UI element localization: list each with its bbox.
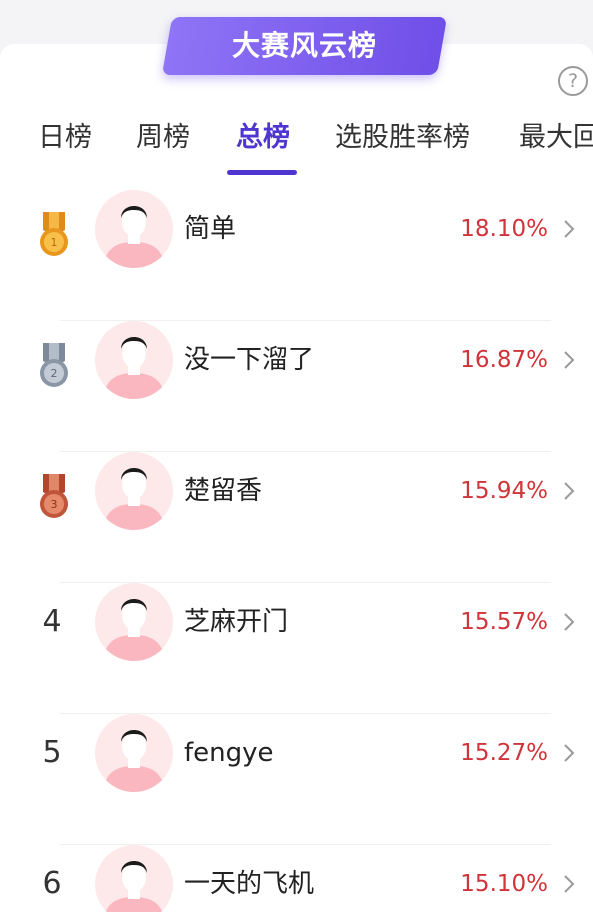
svg-text:2: 2	[51, 367, 58, 380]
return-rate: 15.57%	[460, 609, 548, 635]
user-name: 芝麻开门	[184, 607, 289, 637]
avatar[interactable]	[95, 583, 173, 661]
return-rate: 16.87%	[460, 347, 548, 373]
rank-number: 4	[42, 604, 62, 639]
chevron-right-icon	[564, 220, 575, 238]
ranking-row[interactable]: 4 芝麻开门 15.57%	[0, 583, 593, 714]
avatar[interactable]	[95, 714, 173, 792]
ranking-row[interactable]: 3 楚留香 15.94%	[0, 452, 593, 583]
tab-bar: 日榜 周榜 总榜 选股胜率榜 最大回	[0, 112, 593, 172]
ranking-row[interactable]: 6 一天的飞机 15.10%	[0, 845, 593, 912]
gold-medal-icon: 1	[40, 212, 68, 256]
ranking-row[interactable]: 5 fengye 15.27%	[0, 714, 593, 845]
silver-medal-icon: 2	[40, 343, 68, 387]
svg-text:3: 3	[51, 498, 58, 511]
chevron-right-icon	[564, 482, 575, 500]
tab-max-drawdown[interactable]: 最大回	[519, 112, 593, 164]
return-rate: 15.27%	[460, 740, 548, 766]
chevron-right-icon	[564, 351, 575, 369]
tab-daily[interactable]: 日榜	[38, 112, 92, 164]
tab-win-rate[interactable]: 选股胜率榜	[335, 112, 470, 164]
return-rate: 15.10%	[460, 871, 548, 897]
svg-text:1: 1	[51, 236, 58, 249]
ranking-row[interactable]: 2 没一下溜了 16.87%	[0, 321, 593, 452]
bronze-medal-icon: 3	[40, 474, 68, 518]
user-name: 简单	[184, 214, 237, 244]
tab-overall[interactable]: 总榜	[236, 112, 290, 164]
user-name: 一天的飞机	[184, 869, 315, 899]
avatar[interactable]	[95, 845, 173, 912]
chevron-right-icon	[564, 875, 575, 893]
ranking-row[interactable]: 1 简单 18.10%	[0, 190, 593, 321]
tab-weekly[interactable]: 周榜	[136, 112, 190, 164]
avatar[interactable]	[95, 321, 173, 399]
page-title: 大赛风云榜	[231, 29, 377, 62]
avatar[interactable]	[95, 452, 173, 530]
help-icon[interactable]: ?	[558, 66, 588, 96]
chevron-right-icon	[564, 613, 575, 631]
return-rate: 15.94%	[460, 478, 548, 504]
rank-number: 6	[42, 866, 62, 901]
user-name: fengye	[184, 738, 274, 768]
user-name: 没一下溜了	[184, 345, 315, 375]
rank-number: 5	[42, 735, 62, 770]
chevron-right-icon	[564, 744, 575, 762]
user-name: 楚留香	[184, 476, 263, 506]
avatar[interactable]	[95, 190, 173, 268]
active-tab-indicator	[227, 170, 297, 175]
return-rate: 18.10%	[460, 216, 548, 242]
